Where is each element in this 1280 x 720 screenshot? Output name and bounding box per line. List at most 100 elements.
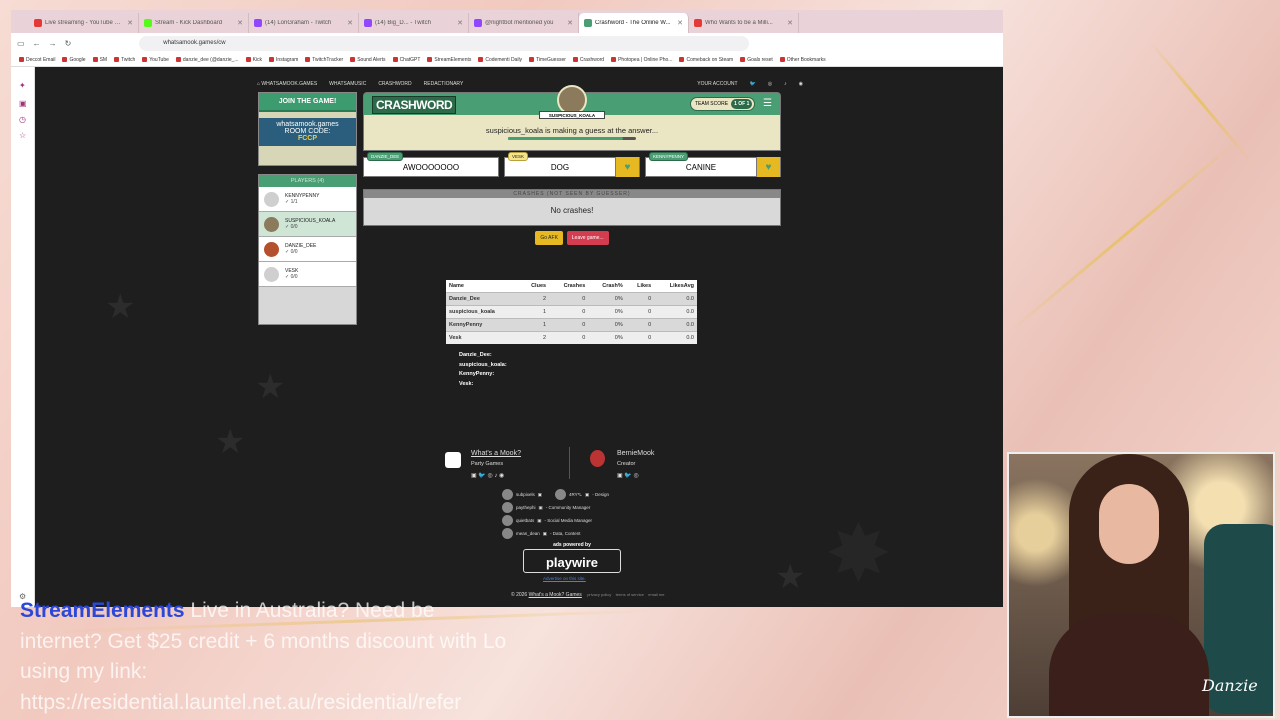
tab-close-icon[interactable]: ✕ [677, 19, 683, 27]
bookmark-item[interactable]: Instagram [269, 57, 298, 63]
bookmark-item[interactable]: Twitch [114, 57, 135, 63]
twitch-icon[interactable]: ▣ [537, 518, 541, 524]
crashword-logo: CRASHWORD [372, 96, 457, 114]
bookmark-item[interactable]: Photopea | Online Pho... [611, 57, 672, 63]
like-heart-icon[interactable]: ♥ [756, 157, 780, 177]
player-answer-item: suspicious_koala: [459, 361, 507, 368]
like-heart-icon[interactable]: ♥ [615, 157, 639, 177]
browser-tab[interactable]: (14) LonGraham - Twitch ✕ [249, 13, 359, 33]
stats-cell: 0 [625, 317, 655, 331]
stats-cell: Danzie_Dee [446, 291, 520, 305]
web-page: ★ ★ ★ ★ ✸ ⌂ WHATSAMOOK.GAMES WHATSAMUSIC… [35, 67, 1003, 607]
tab-favicon-icon [144, 19, 152, 27]
privacy-link[interactable]: privacy policy [587, 592, 611, 597]
twitch-icon[interactable]: ▣ [539, 505, 543, 511]
nav-redactionary[interactable]: REDACTIONARY [424, 81, 464, 87]
nav-whatsamusic[interactable]: WHATSAMUSIC [329, 81, 366, 87]
sidebar-icon-2[interactable]: ▣ [19, 99, 27, 108]
twitch-icon[interactable]: ▣ [585, 492, 589, 498]
browser-tab[interactable]: Who Wants to be a Milli... ✕ [689, 13, 799, 33]
stats-cell: 0 [625, 291, 655, 305]
forward-icon[interactable]: → [49, 39, 57, 48]
tab-favicon-icon [694, 19, 702, 27]
bookmark-item[interactable]: ChatGPT [392, 57, 420, 63]
tab-title: (14) LonGraham - Twitch [265, 20, 332, 26]
tab-title: @nightbot mentioned you [485, 20, 554, 26]
tab-favicon-icon [584, 19, 592, 27]
player-avatar [264, 191, 279, 207]
playwire-ad-badge[interactable]: ads powered by playwire [523, 542, 621, 573]
team-member: mean_dean ▣ - Data, Content [502, 528, 581, 539]
sidebar-icon-3[interactable]: ◷ [19, 115, 26, 124]
stats-table: Name Clues Crashes Crash% Likes LikesAvg Danz… [446, 280, 697, 344]
bookmark-item[interactable]: TwitchTracker [305, 57, 343, 63]
bookmark-item[interactable]: danzie_dee (@danzie_... [175, 57, 239, 63]
bookmark-item[interactable]: Deccot Email [19, 57, 55, 63]
crashes-text: No crashes! [550, 206, 594, 215]
twitch-icon[interactable]: ▣ [538, 492, 542, 498]
hamburger-menu-icon[interactable]: ☰ [763, 98, 772, 109]
go-afk-button[interactable]: Go AFK [535, 231, 563, 245]
tab-close-icon[interactable]: ✕ [347, 19, 353, 27]
stats-header-cell: Name [446, 280, 520, 292]
stats-cell: 1 [519, 304, 550, 318]
email-link[interactable]: email me [648, 592, 664, 597]
team-score: TEAM SCORE 1 OF 1 [690, 97, 756, 111]
bookmark-item[interactable]: Crashword [572, 57, 604, 63]
stats-cell: 0 [549, 330, 589, 344]
bookmark-item[interactable]: Google [62, 57, 86, 63]
bookmark-item[interactable]: Comeback on Steam [679, 57, 733, 63]
browser-tab[interactable]: Live streaming - YouTube Studio ✕ [29, 13, 139, 33]
bookmark-icon [305, 57, 311, 62]
tab-close-icon[interactable]: ✕ [127, 19, 133, 27]
nav-home-link[interactable]: ⌂ WHATSAMOOK.GAMES [257, 81, 317, 87]
stats-cell: 0 [549, 304, 589, 318]
sidebar-icon-1[interactable]: ✦ [19, 81, 26, 90]
browser-tab[interactable]: Crashword - The Online W... ✕ [579, 13, 689, 33]
bookmark-item[interactable]: YouTube [142, 57, 169, 63]
team-member: paythephi ▣ - Community Manager [502, 502, 590, 513]
back-icon[interactable]: ← [33, 39, 41, 48]
browser-tab[interactable]: Stream - Kick Dashboard ✕ [139, 13, 249, 33]
reload-icon[interactable]: ↻ [65, 39, 72, 48]
tab-title: Live streaming - YouTube Studio [45, 20, 125, 26]
bookmark-item[interactable]: TimeGuesser [529, 57, 566, 63]
favorites-icon[interactable]: ☆ [19, 131, 26, 140]
browser-tab[interactable]: @nightbot mentioned you ✕ [469, 13, 579, 33]
terms-link[interactable]: terms of service [616, 592, 644, 597]
brand-social-icons[interactable]: ▣ 🐦 ◎ ♪ ◉ [471, 472, 504, 479]
nav-crashword[interactable]: CRASHWORD [378, 81, 411, 87]
creator-avatar [590, 450, 605, 467]
twitter-icon[interactable]: 🐦 [750, 81, 756, 87]
tab-close-icon[interactable]: ✕ [457, 19, 463, 27]
tiktok-icon[interactable]: ♪ [784, 81, 787, 87]
bookmark-item[interactable]: Goals reset [740, 57, 773, 63]
instagram-icon[interactable]: ◎ [768, 81, 772, 87]
bookmark-icon [350, 57, 356, 62]
tab-close-icon[interactable]: ✕ [237, 19, 243, 27]
tab-close-icon[interactable]: ✕ [787, 19, 793, 27]
bookmark-item[interactable]: Codementi Daily [478, 57, 522, 63]
bookmark-icon [92, 57, 98, 62]
tab-close-icon[interactable]: ✕ [567, 19, 573, 27]
advertise-link[interactable]: Advertise on this site. [543, 576, 586, 581]
bookmark-item[interactable]: SM [92, 57, 107, 63]
sidebar-toggle-icon[interactable]: ▭ [17, 39, 25, 48]
leave-game-button[interactable]: Leave game... [566, 231, 609, 245]
bookmark-item[interactable]: Sound Alerts [350, 57, 386, 63]
stats-cell: 0 [625, 304, 655, 318]
stats-cell: 0.0 [654, 317, 697, 331]
browser-tab[interactable]: (14) Big_D... - Twitch ✕ [359, 13, 469, 33]
bookmark-item[interactable]: Kick [245, 57, 262, 63]
brand-link[interactable]: What's a Mook? [471, 450, 521, 457]
discord-icon[interactable]: ◉ [799, 81, 803, 87]
bookmark-item[interactable]: Other Bookmarks [779, 57, 826, 63]
address-bar[interactable]: whatsamook.games/cw [139, 35, 750, 51]
brand-sub: Party Games [471, 461, 504, 467]
creator-social-icons[interactable]: ▣ 🐦 ◎ [617, 472, 639, 479]
account-link[interactable]: YOUR ACCOUNT [697, 81, 737, 87]
stats-cell: 0% [588, 291, 626, 305]
twitch-icon[interactable]: ▣ [543, 531, 547, 537]
bookmark-item[interactable]: StreamElements [427, 57, 471, 63]
player-score: ✓ 0/0 [285, 224, 298, 230]
